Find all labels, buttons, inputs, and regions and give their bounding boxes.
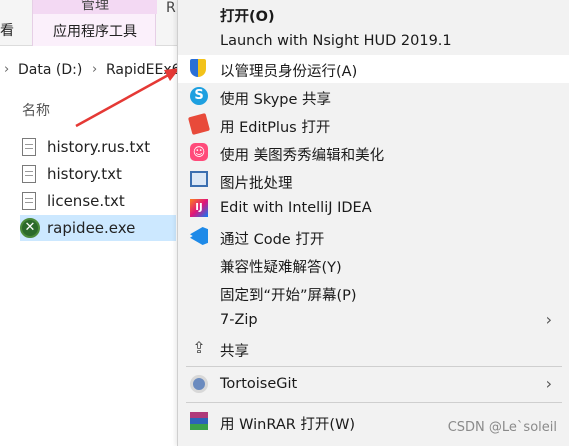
menu-item-label: 以管理员身份运行(A): [220, 64, 358, 80]
chevron-right-icon: ›: [545, 374, 552, 393]
menu-item-label: 固定到“开始”屏幕(P): [220, 288, 357, 304]
menu-item-tortoisegit[interactable]: TortoiseGit ›: [178, 371, 569, 399]
menu-separator: [186, 402, 562, 403]
vscode-icon: [190, 227, 210, 247]
share-icon: ⇪: [192, 338, 206, 357]
menu-item-skype[interactable]: S 使用 Skype 共享: [178, 83, 569, 111]
menu-item-label: 用 EditPlus 打开: [220, 120, 331, 136]
image-batch-icon: [190, 171, 210, 191]
menu-item-open[interactable]: 打开(O): [178, 0, 569, 28]
winrar-icon: [190, 412, 210, 432]
watermark: CSDN @Le`soleil: [447, 420, 557, 435]
intellij-icon: IJ: [190, 199, 210, 219]
shield-icon: [190, 59, 210, 79]
context-menu: 打开(O) Launch with Nsight HUD 2019.1 以管理员…: [177, 0, 569, 446]
menu-item-label: 使用 美图秀秀编辑和美化: [220, 148, 385, 164]
menu-item-share[interactable]: ⇪ 共享: [178, 335, 569, 363]
menu-item-label: 通过 Code 打开: [220, 232, 325, 248]
menu-item-label: 用 WinRAR 打开(W): [220, 417, 356, 433]
menu-separator: [186, 366, 562, 367]
menu-item-7zip[interactable]: 7-Zip ›: [178, 307, 569, 335]
menu-item-editplus[interactable]: 用 EditPlus 打开: [178, 111, 569, 139]
menu-item-compat[interactable]: 兼容性疑难解答(Y): [178, 251, 569, 279]
menu-item-label: 图片批处理: [220, 176, 293, 192]
menu-item-label: 7-Zip: [220, 312, 258, 328]
menu-item-nsight[interactable]: Launch with Nsight HUD 2019.1: [178, 28, 569, 56]
menu-item-label: 打开(O): [220, 9, 275, 25]
tortoisegit-icon: [190, 375, 210, 395]
menu-item-label: 兼容性疑难解答(Y): [220, 260, 342, 276]
skype-icon: S: [190, 87, 210, 107]
menu-item-label: TortoiseGit: [220, 376, 298, 392]
menu-item-label: Edit with IntelliJ IDEA: [220, 200, 372, 216]
editplus-icon: [187, 112, 211, 136]
menu-item-label: 共享: [220, 344, 249, 360]
menu-item-meitu[interactable]: ☺ 使用 美图秀秀编辑和美化: [178, 139, 569, 167]
menu-item-vscode[interactable]: 通过 Code 打开: [178, 223, 569, 251]
menu-item-run-as-admin[interactable]: 以管理员身份运行(A): [178, 55, 569, 83]
chevron-right-icon: ›: [545, 310, 552, 329]
meitu-icon: ☺: [190, 143, 210, 163]
menu-item-label: Launch with Nsight HUD 2019.1: [220, 33, 452, 49]
menu-item-intellij[interactable]: IJ Edit with IntelliJ IDEA: [178, 195, 569, 223]
menu-item-label: 使用 Skype 共享: [220, 92, 332, 108]
menu-item-pin-start[interactable]: 固定到“开始”屏幕(P): [178, 279, 569, 307]
menu-item-image-batch[interactable]: 图片批处理: [178, 167, 569, 195]
